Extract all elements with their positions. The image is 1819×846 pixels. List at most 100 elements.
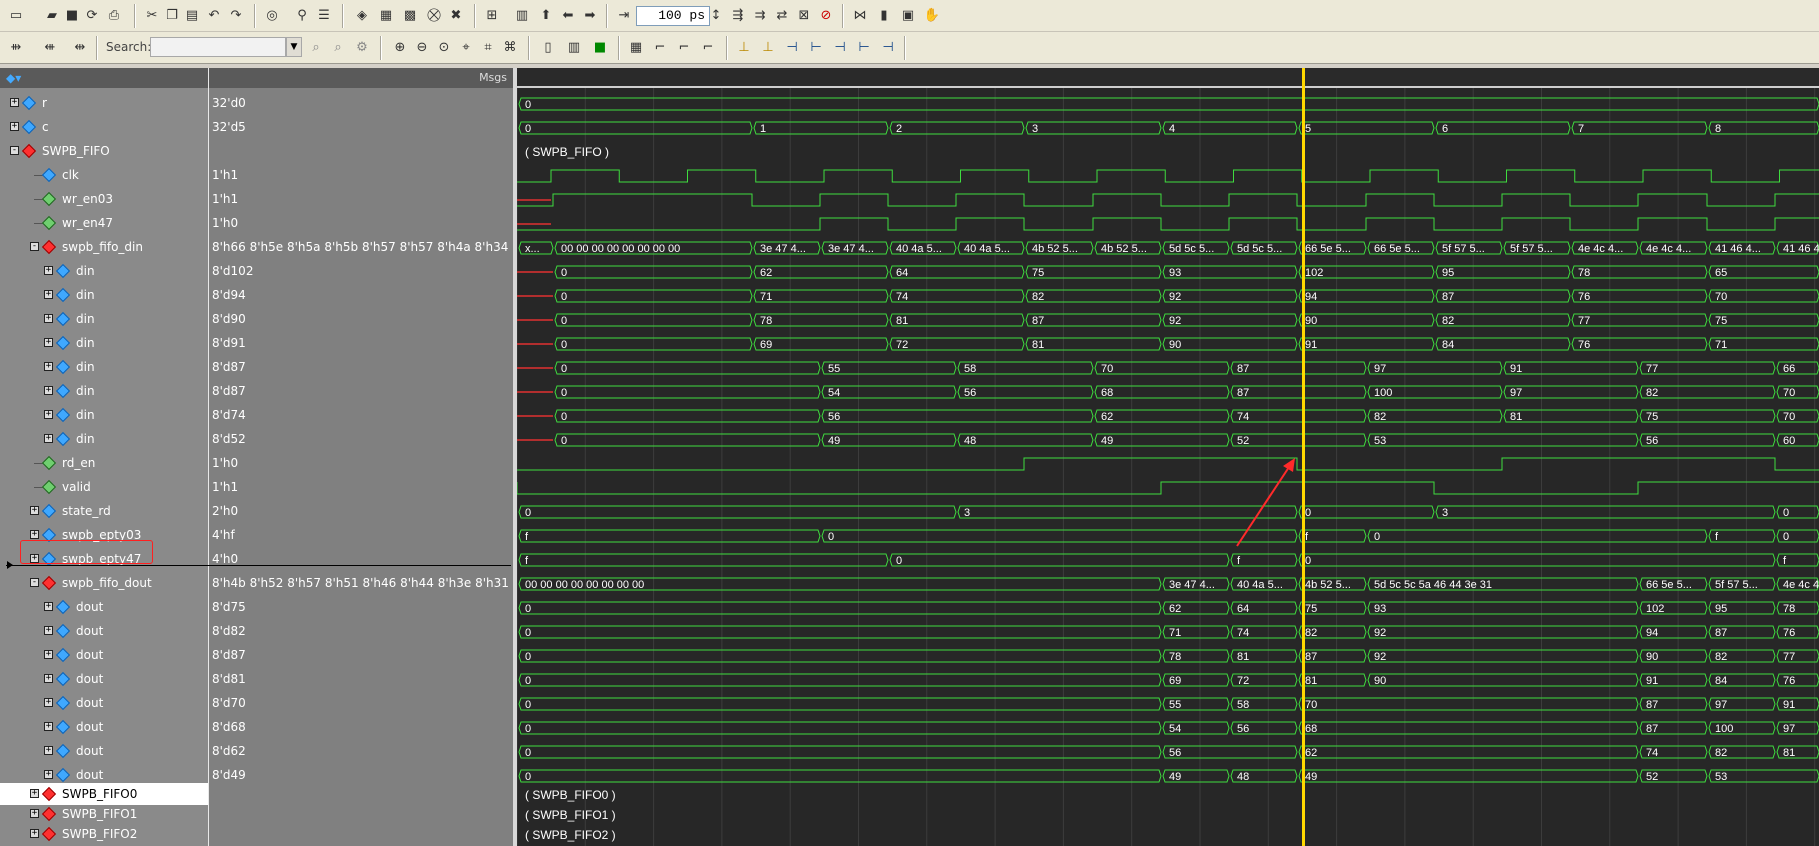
continue-icon[interactable]: ⇉: [750, 5, 770, 25]
signal-row-swpb_fifo_din[interactable]: - swpb_fifo_din: [0, 236, 208, 258]
expand-icon[interactable]: +: [10, 98, 19, 107]
expand-icon[interactable]: +: [30, 809, 39, 818]
break-all-icon[interactable]: ⊘: [816, 5, 836, 25]
search-options-icon[interactable]: ⚙: [352, 37, 372, 57]
signal-row-swpb_fifo2[interactable]: + SWPB_FIFO2: [0, 823, 208, 845]
signal-row-dout[interactable]: + dout: [0, 692, 208, 714]
signal-menu-icon[interactable]: ◆▾: [6, 71, 21, 85]
open-icon[interactable]: ▰: [42, 5, 62, 25]
new-icon[interactable]: ▭: [6, 5, 26, 25]
cursor-add-icon[interactable]: ⊥: [734, 37, 754, 57]
signal-row-wr_en47[interactable]: wr_en47: [0, 212, 208, 234]
copy-icon[interactable]: ❐: [162, 5, 182, 25]
waveform-canvas[interactable]: 00 1 2 3 4 5 6 7 8( SWPB_FIFO )x... 00 00 00 00 0…: [517, 88, 1819, 846]
expand-icon[interactable]: +: [44, 746, 53, 755]
signal-row-dout[interactable]: + dout: [0, 596, 208, 618]
table-icon[interactable]: ⋈: [850, 5, 870, 25]
signal-row-dout[interactable]: + dout: [0, 620, 208, 642]
signal-row-dout[interactable]: + dout: [0, 740, 208, 762]
expand-icon[interactable]: +: [44, 314, 53, 323]
expand-icon[interactable]: +: [30, 530, 39, 539]
expand-icon[interactable]: +: [44, 650, 53, 659]
step-over-icon[interactable]: ⇺: [40, 37, 60, 57]
restart-icon[interactable]: ⇄: [772, 5, 792, 25]
signal-row-swpb_fifo_dout[interactable]: - swpb_fifo_dout: [0, 572, 208, 594]
zoom-full-icon[interactable]: ⊙: [434, 37, 454, 57]
signal-row-din[interactable]: + din: [0, 404, 208, 426]
expand-icon[interactable]: +: [44, 698, 53, 707]
expand-icon[interactable]: +: [30, 506, 39, 515]
insert-cursor-icon[interactable]: ⊞: [482, 5, 502, 25]
signal-row-swpb_fifo1[interactable]: + SWPB_FIFO1: [0, 803, 208, 825]
wave-bar-icon[interactable]: ▯: [538, 37, 558, 57]
stop-icon[interactable]: ⛒: [424, 5, 444, 25]
value-column-header[interactable]: Msgs: [209, 68, 513, 88]
signal-row-state_rd[interactable]: + state_rd: [0, 500, 208, 522]
paste-icon[interactable]: ▤: [182, 5, 202, 25]
signal-row-dout[interactable]: + dout: [0, 644, 208, 666]
redo-icon[interactable]: ↷: [226, 5, 246, 25]
stop-sim-icon[interactable]: ✖: [446, 5, 466, 25]
signal-row-wr_en03[interactable]: wr_en03: [0, 188, 208, 210]
up-icon[interactable]: ⬆: [536, 5, 556, 25]
signal-row-valid[interactable]: valid: [0, 476, 208, 498]
zoom-out-icon[interactable]: ⊖: [412, 37, 432, 57]
expand-icon[interactable]: +: [44, 674, 53, 683]
hand-icon[interactable]: ✋: [922, 5, 942, 25]
signal-row-dout[interactable]: + dout: [0, 668, 208, 690]
binoculars-icon[interactable]: ⚲: [292, 5, 312, 25]
expand-icon[interactable]: +: [44, 626, 53, 635]
save-icon[interactable]: ■: [62, 5, 82, 25]
edge-next-icon[interactable]: ⌐: [674, 37, 694, 57]
signal-row-din[interactable]: + din: [0, 428, 208, 450]
expand-icon[interactable]: +: [30, 829, 39, 838]
waveform-pane[interactable]: 0 0 1 2 3 4 5 6 7 8( SWPB_FIFO ) x... 00 00 00 00 0…: [517, 88, 1819, 846]
cut-icon[interactable]: ✂: [142, 5, 162, 25]
expand-icon[interactable]: +: [30, 789, 39, 798]
wave-half-icon[interactable]: ▥: [564, 37, 584, 57]
time-cursor[interactable]: [1302, 68, 1305, 846]
cursor-remove-icon[interactable]: ⊥: [758, 37, 778, 57]
signal-row-swpb_fifo[interactable]: - SWPB_FIFO: [0, 140, 208, 162]
expand-icon[interactable]: +: [44, 434, 53, 443]
spinner-icon[interactable]: ↕: [710, 5, 722, 25]
zoom-in-full-icon[interactable]: ⊠: [794, 5, 814, 25]
collapse-icon[interactable]: -: [30, 578, 39, 587]
back-icon[interactable]: ⬅: [558, 5, 578, 25]
expand-icon[interactable]: +: [44, 290, 53, 299]
signal-column-header[interactable]: ◆▾: [0, 68, 208, 88]
signal-row-r[interactable]: + r: [0, 92, 208, 114]
find-icon[interactable]: ◎: [262, 5, 282, 25]
signal-row-din[interactable]: + din: [0, 332, 208, 354]
signal-row-din[interactable]: + din: [0, 260, 208, 282]
cursor-lock-icon[interactable]: ⊣: [782, 37, 802, 57]
signal-row-rd_en[interactable]: rd_en: [0, 452, 208, 474]
zoom-cursor-icon[interactable]: ⌖: [456, 37, 476, 57]
find-next-icon[interactable]: ⌕: [328, 37, 348, 57]
signal-row-din[interactable]: + din: [0, 380, 208, 402]
print-icon[interactable]: ⎙: [104, 5, 124, 25]
chevron-down-icon[interactable]: ▼: [286, 37, 302, 57]
run-all-icon[interactable]: ⇶: [728, 5, 748, 25]
edge-prev-icon[interactable]: ⌐: [650, 37, 670, 57]
palette-icon[interactable]: ▮: [874, 5, 894, 25]
signal-name-pane[interactable]: + r + c - SWPB_FIFO clk wr_en03 wr_en47- swpb_fif…: [0, 88, 208, 846]
step-out-icon[interactable]: ⇹: [70, 37, 90, 57]
expand-icon[interactable]: +: [44, 362, 53, 371]
step-into-icon[interactable]: ⇻: [6, 37, 26, 57]
cursor-next-icon[interactable]: ⊣: [830, 37, 850, 57]
zoom-range-icon[interactable]: ⌘: [500, 37, 520, 57]
signal-row-din[interactable]: + din: [0, 356, 208, 378]
search-input[interactable]: [150, 37, 286, 57]
expand-icon[interactable]: +: [44, 770, 53, 779]
step-icon[interactable]: ⇥: [614, 5, 634, 25]
reload-icon[interactable]: ⟳: [82, 5, 102, 25]
collapse-icon[interactable]: -: [10, 146, 19, 155]
find-prev-icon[interactable]: ⌕: [306, 37, 326, 57]
grid-settings-icon[interactable]: ▣: [898, 5, 918, 25]
cursor-prev-icon[interactable]: ⊢: [806, 37, 826, 57]
undo-icon[interactable]: ↶: [204, 5, 224, 25]
expand-icon[interactable]: +: [44, 386, 53, 395]
signal-row-c[interactable]: + c: [0, 116, 208, 138]
expand-icon[interactable]: +: [44, 266, 53, 275]
